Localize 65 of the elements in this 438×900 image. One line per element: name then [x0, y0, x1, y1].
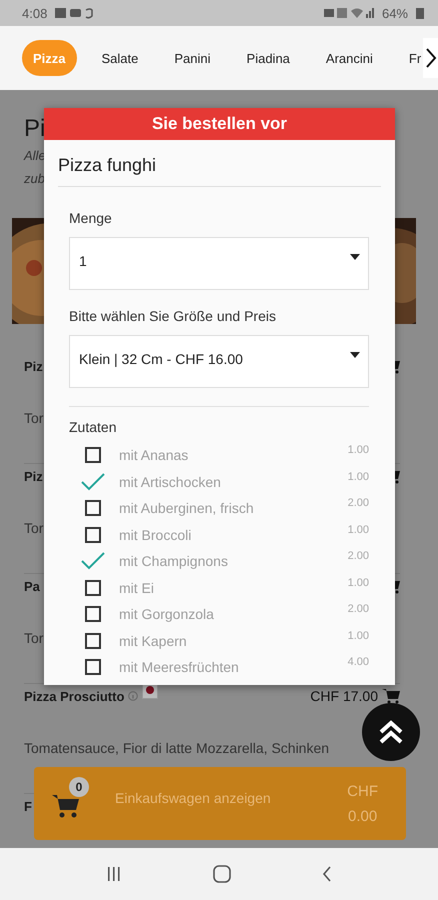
- product-name: F: [24, 798, 32, 814]
- product-name: Pa: [24, 578, 40, 594]
- product-name: Piz: [24, 358, 43, 374]
- scroll-right-button[interactable]: [423, 38, 438, 78]
- product-description: Tor: [24, 519, 44, 538]
- product-description: Tomatensauce, Fior di latte Mozzarella, Schinken: [24, 739, 330, 758]
- dropdown-caret-icon: [350, 254, 360, 260]
- battery-icon: [416, 7, 424, 19]
- category-description: Alle: [24, 147, 46, 165]
- chevron-right-icon: [424, 47, 437, 69]
- category-tab[interactable]: Fr: [398, 40, 422, 76]
- ingredient-price: 1.00: [348, 576, 369, 588]
- ingredient-checkbox[interactable]: [80, 551, 106, 572]
- ingredient-price: 2.00: [348, 603, 369, 615]
- shopping-cart-icon: [52, 792, 80, 818]
- ingredient-label: mit Artischocken: [119, 474, 221, 490]
- dropdown-caret-icon: [350, 352, 360, 358]
- cart-currency: CHF: [347, 782, 378, 800]
- ingredient-price: 1.00: [348, 470, 369, 482]
- cart-total: 0.00: [348, 808, 378, 824]
- ingredient-label: mit Champignons: [119, 553, 228, 570]
- ingredient-label: mit Gorgonzola: [119, 606, 214, 622]
- product-description: Tor: [24, 409, 44, 428]
- product-name: Piz: [24, 468, 43, 484]
- home-icon[interactable]: [212, 865, 231, 883]
- ingredient-price: 2.00: [348, 497, 369, 509]
- ingredient-price: 1.00: [348, 444, 369, 456]
- page-title: Pi: [24, 114, 44, 144]
- ingredient-price: 1.00: [348, 630, 369, 642]
- section-label: Zutaten: [69, 418, 118, 436]
- size-select[interactable]: Klein | 32 Cm - CHF 16.00: [69, 335, 369, 388]
- category-description: zub: [24, 170, 45, 188]
- ingredient-label: mit Meeresfrüchten: [119, 659, 239, 676]
- category-tab[interactable]: Panini: [163, 40, 222, 76]
- battery-level: 64%: [382, 6, 408, 20]
- ingredient-label: mit Kapern: [119, 632, 187, 649]
- product-price: CHF 17.00: [310, 688, 378, 704]
- back-icon[interactable]: [322, 866, 332, 882]
- signal-icons: [324, 7, 374, 19]
- ingredient-label: mit Auberginen, frisch: [119, 500, 254, 516]
- double-chevron-up-icon: [378, 719, 404, 745]
- ingredient-price: 4.00: [348, 656, 369, 668]
- cart-icon[interactable]: [382, 688, 400, 704]
- quantity-select[interactable]: 1: [69, 237, 369, 290]
- ingredient-price: 2.00: [348, 550, 369, 562]
- field-label: Bitte wählen Sie Größe und Preis: [69, 307, 277, 325]
- dialog-title: Pizza funghi: [58, 140, 381, 187]
- recent-apps-icon[interactable]: [106, 866, 122, 882]
- ingredient-label: mit Ei: [119, 580, 154, 596]
- ingredient-label: mit Ananas: [119, 447, 188, 464]
- show-cart-button[interactable]: 0 Einkaufswagen anzeigen CHF 0.00: [34, 767, 406, 840]
- product-name: Pizza Prosciutto: [24, 688, 124, 704]
- ingredient-price: 1.00: [348, 524, 369, 536]
- field-label: Menge: [69, 209, 113, 227]
- cart-count-badge: 0: [69, 776, 89, 796]
- notification-icons: [55, 7, 96, 19]
- category-tab[interactable]: Piadina: [236, 40, 301, 76]
- cart-label: Einkaufswagen anzeigen: [115, 790, 271, 806]
- dialog-header: Sie bestellen vor: [44, 108, 395, 140]
- category-tab[interactable]: Salate: [90, 40, 150, 76]
- product-description: Tor: [24, 629, 44, 648]
- category-tab[interactable]: Arancini: [314, 40, 384, 76]
- status-time: 4:08: [22, 6, 48, 20]
- ingredient-checkbox[interactable]: [80, 472, 106, 492]
- ingredient-label: mit Broccoli: [119, 526, 192, 543]
